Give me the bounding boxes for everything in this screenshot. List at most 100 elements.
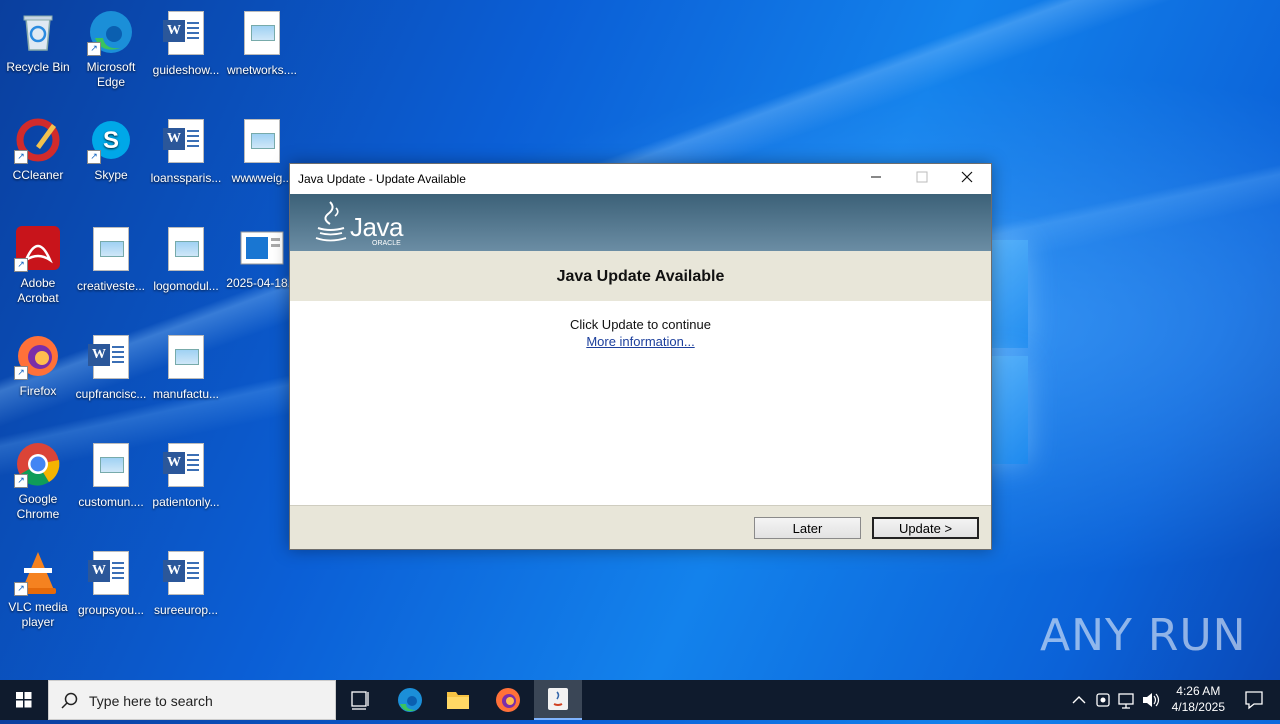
edge-icon xyxy=(398,688,422,712)
volume-button[interactable] xyxy=(1140,680,1162,720)
desktop-icon-label: CCleaner xyxy=(12,168,64,182)
desktop-icon-label: Firefox xyxy=(19,384,57,398)
svg-text:S: S xyxy=(103,127,119,154)
desktop-icon-label: patientonly... xyxy=(152,495,220,509)
desktop-icon-vlc[interactable]: ↗ VLC media player xyxy=(0,548,76,630)
dialog-titlebar[interactable]: Java Update - Update Available xyxy=(290,164,991,194)
taskbar-search-box[interactable]: Type here to search xyxy=(48,680,336,720)
oracle-wordmark: ORACLE xyxy=(372,240,401,247)
later-button[interactable]: Later xyxy=(754,517,861,539)
network-button[interactable] xyxy=(1116,680,1138,720)
start-button[interactable] xyxy=(0,680,48,720)
anyrun-watermark: ANY RUN xyxy=(1040,610,1247,661)
desktop-icon-file[interactable]: wnetworks.... xyxy=(224,8,300,78)
image-file-icon xyxy=(238,119,286,167)
desktop-icon-file[interactable]: creativeste... xyxy=(73,224,149,294)
word-document-icon: W xyxy=(162,11,210,59)
more-information-link[interactable]: More information... xyxy=(586,334,694,349)
windows-start-icon xyxy=(16,692,32,708)
recycle-bin-icon xyxy=(14,8,62,56)
desktop-icon-label: sureeurop... xyxy=(153,603,219,617)
word-document-icon: W xyxy=(162,443,210,491)
search-icon xyxy=(61,692,78,709)
desktop-icon-google-chrome[interactable]: ↗ Google Chrome xyxy=(0,440,76,522)
chrome-icon: ↗ xyxy=(14,440,62,488)
desktop-icon-file[interactable]: W sureeurop... xyxy=(148,548,224,618)
desktop-icon-label: Adobe Acrobat xyxy=(17,276,59,305)
dialog-heading: Java Update Available xyxy=(290,251,991,301)
desktop-icon-label: groupsyou... xyxy=(77,603,145,617)
minimize-icon xyxy=(871,176,881,178)
word-document-icon: W xyxy=(87,335,135,383)
desktop-icon-label: manufactu... xyxy=(152,387,220,401)
folder-icon xyxy=(447,692,469,709)
speaker-icon xyxy=(1143,693,1160,707)
taskbar-firefox[interactable] xyxy=(486,680,530,720)
desktop-icon-label: Recycle Bin xyxy=(6,60,70,74)
tray-app-icon xyxy=(1096,693,1110,707)
desktop-icon-file[interactable]: customun.... xyxy=(73,440,149,510)
desktop-icon-recycle-bin[interactable]: Recycle Bin xyxy=(0,8,76,75)
update-message: Click Update to continue xyxy=(570,317,711,332)
desktop-icon-label: 2025-04-18... xyxy=(226,276,298,290)
desktop-icon-label: customun.... xyxy=(78,495,144,509)
image-file-icon xyxy=(162,227,210,275)
taskbar: Type here to search 4:26 AM 4/18/2025 xyxy=(0,680,1280,720)
image-file-icon xyxy=(162,335,210,383)
close-button[interactable] xyxy=(944,164,990,194)
show-hidden-icons-button[interactable] xyxy=(1068,680,1090,720)
desktop-icon-file[interactable]: logomodul... xyxy=(148,224,224,294)
taskbar-file-explorer[interactable] xyxy=(436,680,480,720)
java-icon xyxy=(548,688,568,710)
notification-icon xyxy=(1245,691,1263,710)
edge-icon: ↗ xyxy=(87,8,135,56)
taskbar-java-update[interactable] xyxy=(534,680,582,720)
desktop-icon-file[interactable]: W guideshow... xyxy=(148,8,224,78)
maximize-icon xyxy=(916,171,928,183)
desktop-icon-label: cupfrancisc... xyxy=(75,387,147,401)
image-file-icon xyxy=(87,443,135,491)
desktop-icon-label: Microsoft Edge xyxy=(86,60,136,89)
java-update-dialog: Java Update - Update Available Java ORAC… xyxy=(289,163,992,550)
dialog-footer: Later Update > xyxy=(290,505,991,549)
update-button[interactable]: Update > xyxy=(872,517,979,539)
desktop-icon-label: wnetworks.... xyxy=(226,63,298,77)
dialog-content: Click Update to continue More informatio… xyxy=(290,301,991,504)
action-center-button[interactable] xyxy=(1232,680,1276,720)
skype-icon: S ↗ xyxy=(87,116,135,164)
desktop-icon-firefox[interactable]: ↗ Firefox xyxy=(0,332,76,399)
desktop-icon-file[interactable]: W cupfrancisc... xyxy=(73,332,149,402)
desktop-icon-label: guideshow... xyxy=(152,63,220,77)
desktop-icon-label: VLC media player xyxy=(8,600,68,629)
desktop-icon-label: Google Chrome xyxy=(16,492,60,521)
clock-date: 4/18/2025 xyxy=(1171,700,1225,714)
desktop-icon-file[interactable]: W loanssparis... xyxy=(148,116,224,186)
java-wordmark: Java xyxy=(350,212,403,242)
desktop-icon-file[interactable]: W patientonly... xyxy=(148,440,224,510)
clock-time: 4:26 AM xyxy=(1176,684,1221,698)
desktop-icon-file[interactable]: W groupsyou... xyxy=(73,548,149,618)
task-view-button[interactable] xyxy=(338,680,382,720)
taskbar-clock[interactable]: 4:26 AM 4/18/2025 xyxy=(1172,683,1225,715)
screenshot-file-icon xyxy=(238,224,286,272)
java-cup-icon xyxy=(315,201,347,242)
desktop-icon-file[interactable]: manufactu... xyxy=(148,332,224,402)
desktop-icon-adobe-acrobat[interactable]: ↗ Adobe Acrobat xyxy=(0,224,76,306)
image-file-icon xyxy=(238,11,286,59)
close-icon xyxy=(961,171,973,183)
desktop-icon-label: wwwweig... xyxy=(231,171,293,185)
chevron-up-icon xyxy=(1072,696,1086,704)
desktop-icon-microsoft-edge[interactable]: ↗ Microsoft Edge xyxy=(73,8,149,90)
desktop-icon-label: logomodul... xyxy=(153,279,219,293)
desktop-icon-skype[interactable]: S ↗ Skype xyxy=(73,116,149,183)
maximize-button xyxy=(899,164,945,194)
tray-app-button[interactable] xyxy=(1092,680,1114,720)
minimize-button[interactable] xyxy=(853,164,899,194)
desktop-icon-label: loanssparis... xyxy=(150,171,222,185)
desktop-icon-ccleaner[interactable]: ↗ CCleaner xyxy=(0,116,76,183)
taskbar-edge[interactable] xyxy=(388,680,432,720)
firefox-icon xyxy=(496,688,520,712)
acrobat-icon: ↗ xyxy=(14,224,62,272)
desktop-icon-label: creativeste... xyxy=(76,279,146,293)
word-document-icon: W xyxy=(162,119,210,167)
